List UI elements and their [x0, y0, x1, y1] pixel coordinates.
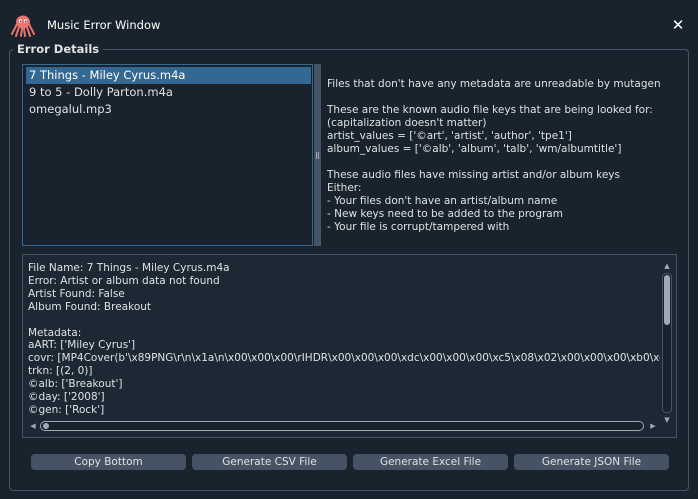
list-item[interactable]: omegalul.mp3	[26, 101, 311, 118]
octopus-icon	[11, 15, 35, 37]
info-line: artist_values = ['©art', 'artist', 'auth…	[327, 130, 572, 142]
info-line	[327, 91, 687, 104]
detail-line	[28, 314, 660, 327]
vertical-scrollbar[interactable]: ▲ ▼	[661, 261, 673, 425]
scroll-up-icon[interactable]: ▲	[661, 261, 673, 271]
info-line: album_values = ['©alb', 'album', 'talb',…	[327, 143, 622, 155]
info-line	[327, 156, 687, 169]
file-list[interactable]: 7 Things - Miley Cyrus.m4a 9 to 5 - Doll…	[22, 64, 313, 246]
horizontal-scroll-thumb[interactable]	[43, 423, 49, 429]
info-line: - New keys need to be added to the progr…	[327, 208, 563, 220]
list-item[interactable]: 7 Things - Miley Cyrus.m4a	[26, 67, 311, 84]
info-line: These audio files have missing artist an…	[327, 169, 620, 181]
detail-line: ©alb: ['Breakout']	[28, 378, 123, 391]
info-line: - Your files don't have an artist/album …	[327, 195, 558, 207]
copy-bottom-button[interactable]: Copy Bottom	[31, 454, 186, 470]
scroll-down-icon[interactable]: ▼	[661, 415, 673, 425]
scroll-right-icon[interactable]: ▶	[648, 420, 658, 432]
detail-line: trkn: [(2, 0)]	[28, 365, 93, 378]
horizontal-scrollbar[interactable]: ◀ ▶	[28, 420, 660, 432]
generate-excel-button[interactable]: Generate Excel File	[353, 454, 508, 470]
detail-line: Artist Found: False	[28, 287, 125, 300]
info-line: - Your file is corrupt/tampered with	[327, 221, 510, 233]
detail-line: Error: Artist or album data not found	[28, 274, 220, 287]
info-line: Either:	[327, 182, 362, 194]
detail-line: covr: [MP4Cover(b'\x89PNG\r\n\x1a\n\x00\…	[28, 352, 660, 365]
group-title: Error Details	[13, 42, 104, 56]
details-text: File Name: 7 Things - Miley Cyrus.m4a Err…	[28, 262, 660, 417]
detail-line: ©gen: ['Rock']	[28, 403, 105, 416]
detail-line: File Name: 7 Things - Miley Cyrus.m4a	[28, 262, 230, 274]
details-textbox[interactable]: File Name: 7 Things - Miley Cyrus.m4a Err…	[22, 254, 677, 438]
window-title: Music Error Window	[47, 18, 161, 32]
vertical-scroll-thumb[interactable]	[664, 275, 670, 325]
close-button[interactable]: ✕	[670, 17, 686, 33]
generate-json-button[interactable]: Generate JSON File	[514, 454, 669, 470]
scroll-left-icon[interactable]: ◀	[28, 420, 38, 432]
generate-csv-button[interactable]: Generate CSV File	[192, 454, 347, 470]
info-text: Files that don't have any metadata are u…	[327, 78, 687, 234]
detail-line: aART: ['Miley Cyrus']	[28, 339, 136, 352]
vertical-scroll-track[interactable]	[662, 273, 672, 413]
detail-line: ©day: ['2008']	[28, 391, 105, 404]
grip-icon	[316, 152, 319, 159]
info-line: (capitalization doesn't matter)	[327, 117, 487, 129]
detail-line: Metadata:	[28, 326, 82, 339]
detail-line: Album Found: Breakout	[28, 300, 152, 313]
horizontal-scroll-track[interactable]	[40, 421, 644, 431]
splitter-handle[interactable]	[314, 64, 321, 246]
info-line: These are the known audio file keys that…	[327, 104, 653, 116]
title-bar: Music Error Window ✕	[0, 0, 698, 40]
list-item[interactable]: 9 to 5 - Dolly Parton.m4a	[26, 84, 311, 101]
info-line: Files that don't have any metadata are u…	[327, 78, 661, 90]
